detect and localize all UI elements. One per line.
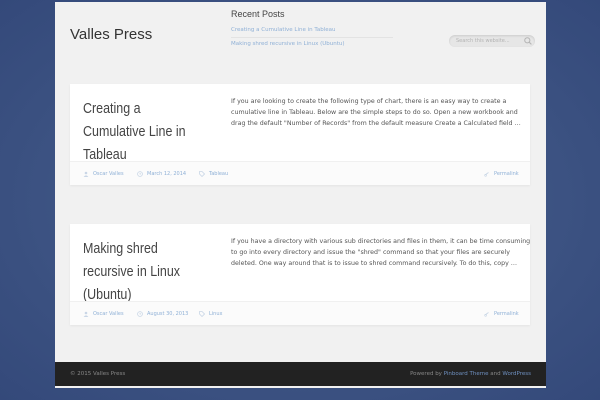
site-title[interactable]: Valles Press: [70, 26, 152, 43]
footer-theme-link[interactable]: Pinboard Theme: [444, 371, 489, 377]
user-icon: [83, 311, 89, 317]
footer-credits: Powered by Pinboard Theme and WordPress: [410, 371, 531, 377]
user-icon: [83, 171, 89, 177]
post-card: Making shred recursive in Linux (Ubuntu)…: [70, 224, 530, 325]
search-box: [449, 35, 535, 47]
post-permalink[interactable]: Permalink: [484, 171, 519, 177]
post-title[interactable]: Making shred recursive in Linux (Ubuntu): [83, 238, 195, 307]
post-meta: Oscar Valles August 30, 2013 Linux Perma…: [70, 301, 530, 325]
recent-post-link[interactable]: Creating a Cumulative Line in Tableau: [231, 24, 393, 38]
search-input[interactable]: [456, 36, 520, 46]
footer-and: and: [490, 371, 501, 377]
post-card: Creating a Cumulative Line in Tableau If…: [70, 84, 530, 185]
clock-icon: [137, 311, 143, 317]
recent-posts-heading: Recent Posts: [231, 9, 285, 19]
post-permalink[interactable]: Permalink: [484, 311, 519, 317]
post-title[interactable]: Creating a Cumulative Line in Tableau: [83, 98, 195, 167]
post-excerpt: If you have a directory with various sub…: [231, 238, 531, 267]
footer-wordpress-link[interactable]: WordPress: [502, 371, 531, 377]
link-icon: [484, 172, 489, 177]
site-header: Valles Press Recent Posts Creating a Cum…: [55, 2, 546, 62]
post-excerpt: If you are looking to create the followi…: [231, 98, 521, 127]
post-author[interactable]: Oscar Valles: [83, 171, 124, 177]
post-date[interactable]: March 12, 2014: [137, 171, 186, 177]
post-meta: Oscar Valles March 12, 2014 Tableau Perm…: [70, 161, 530, 185]
post-date-text: March 12, 2014: [147, 171, 187, 177]
post-category-text: Linux: [209, 311, 223, 317]
site-footer: © 2015 Valles Press Powered by Pinboard …: [55, 362, 546, 386]
post-author-name: Oscar Valles: [93, 311, 124, 317]
permalink-text: Permalink: [494, 171, 519, 177]
link-icon: [484, 312, 489, 317]
clock-icon: [137, 171, 143, 177]
recent-post-link[interactable]: Making shred recursive in Linux (Ubuntu): [231, 38, 393, 51]
post-category-text: Tableau: [209, 171, 229, 177]
post-category[interactable]: Linux: [199, 311, 222, 317]
tag-icon: [199, 311, 205, 317]
search-icon[interactable]: [523, 36, 533, 46]
post-author[interactable]: Oscar Valles: [83, 311, 124, 317]
post-author-name: Oscar Valles: [93, 171, 124, 177]
post-date[interactable]: August 30, 2013: [137, 311, 188, 317]
post-category[interactable]: Tableau: [199, 171, 228, 177]
tag-icon: [199, 171, 205, 177]
permalink-text: Permalink: [494, 311, 519, 317]
recent-posts-widget: Recent Posts Creating a Cumulative Line …: [231, 9, 393, 51]
post-date-text: August 30, 2013: [147, 311, 189, 317]
footer-powered-by: Powered by: [410, 371, 442, 377]
footer-copyright: © 2015 Valles Press: [70, 371, 126, 377]
page-container: Valles Press Recent Posts Creating a Cum…: [55, 2, 546, 388]
